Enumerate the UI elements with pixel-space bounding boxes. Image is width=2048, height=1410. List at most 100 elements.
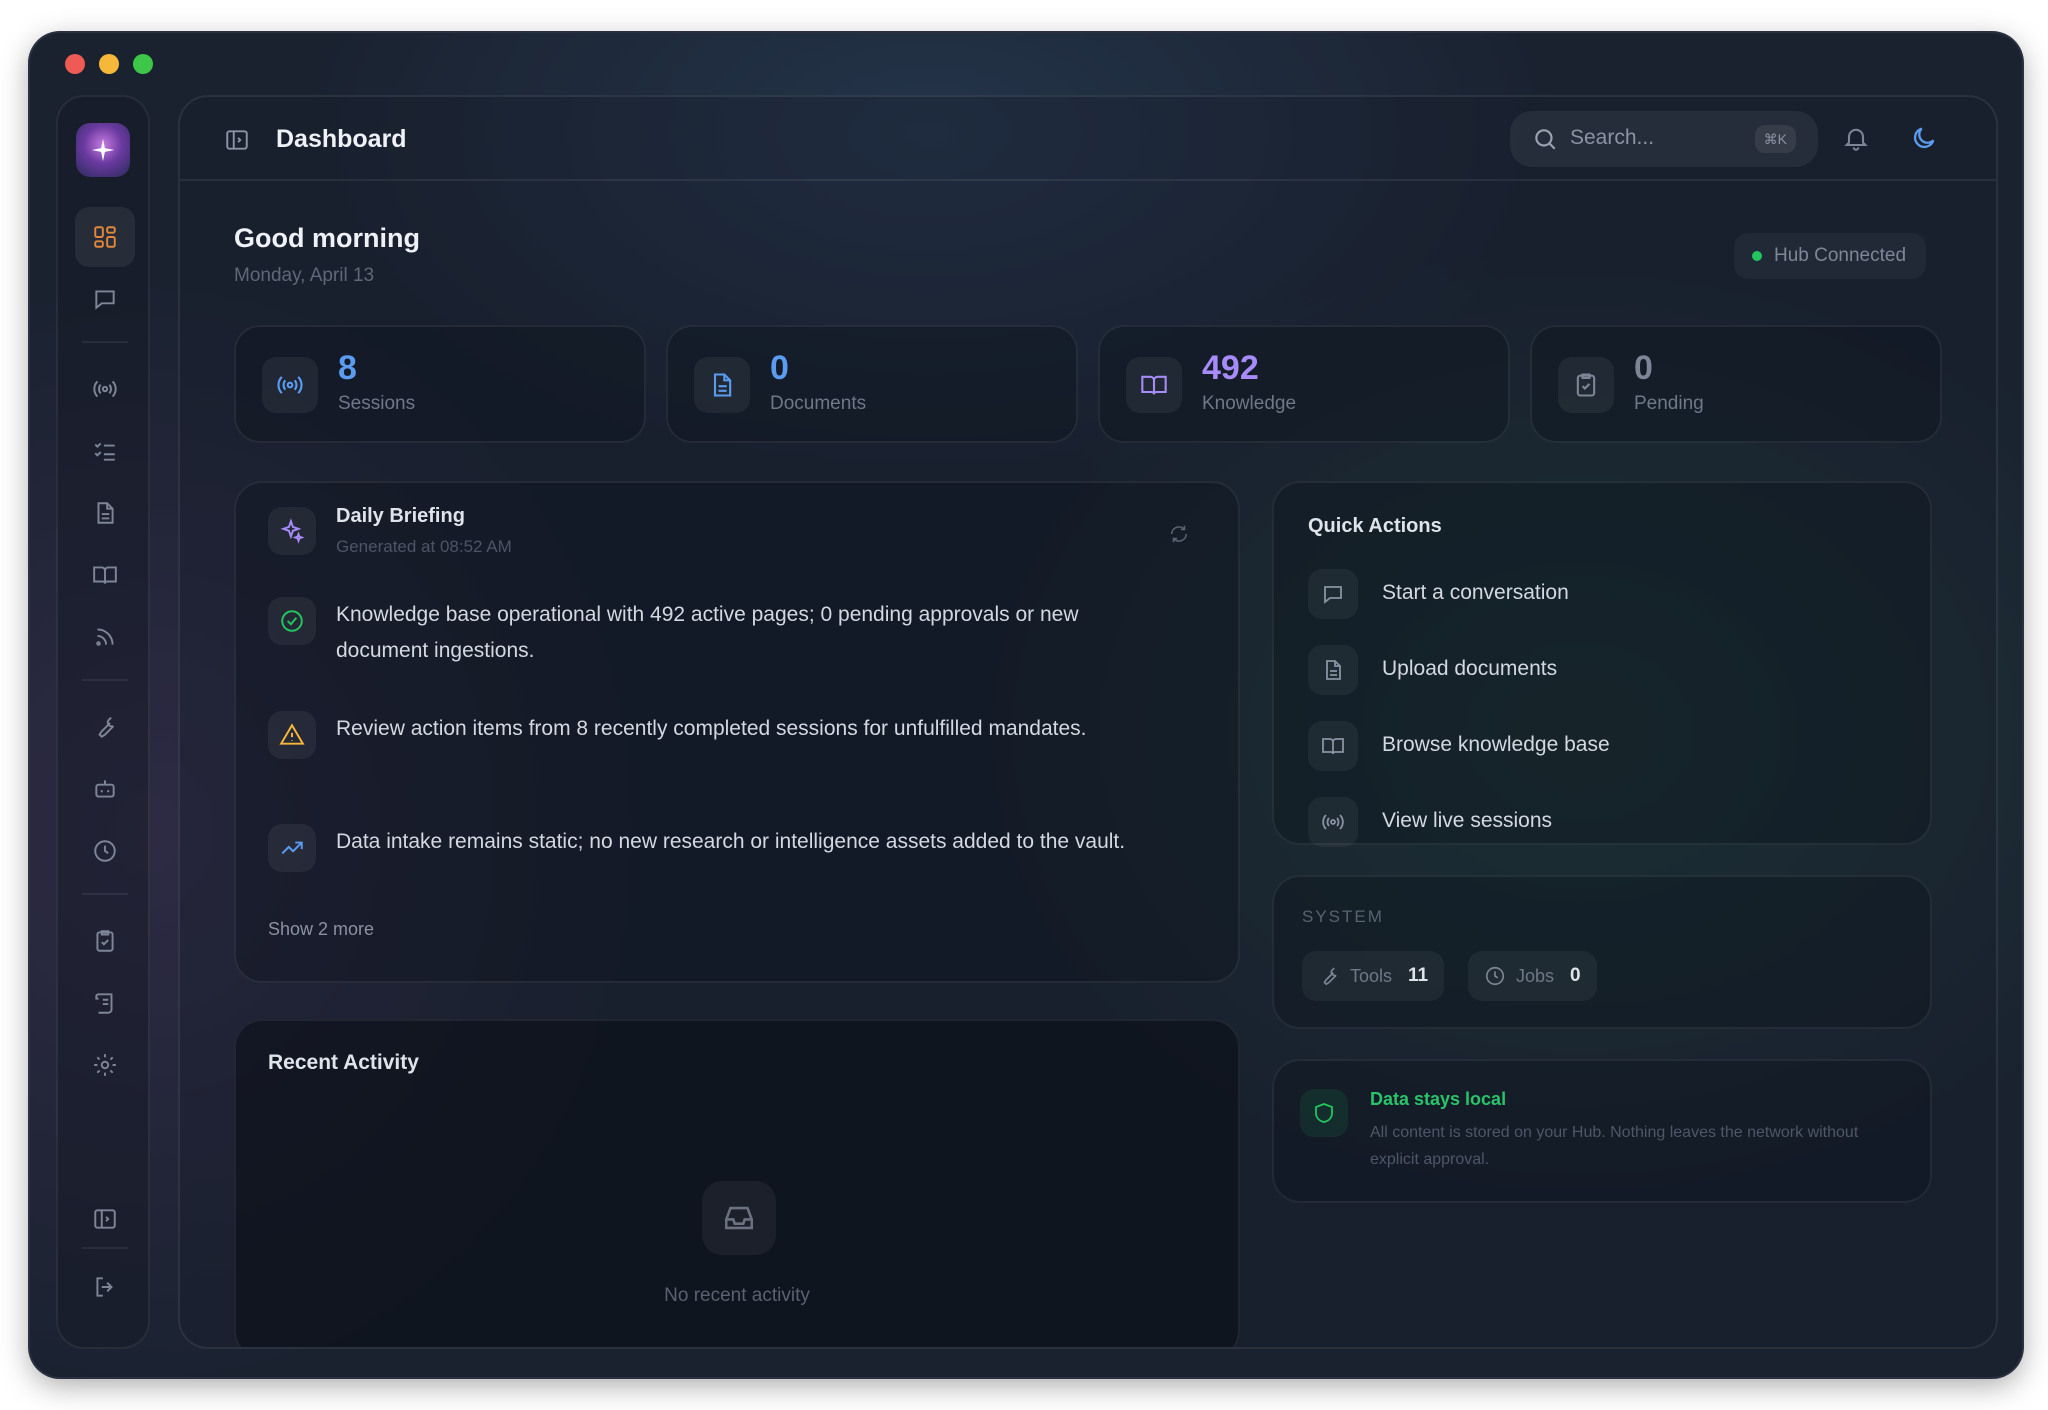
clock-icon <box>1485 966 1505 986</box>
book-icon <box>1308 721 1358 771</box>
sidebar-item-approvals[interactable] <box>75 911 135 971</box>
chat-icon <box>95 290 115 310</box>
tools-chip[interactable]: Tools 11 <box>1302 951 1445 1001</box>
zoom-window-button[interactable] <box>133 54 153 74</box>
search-placeholder: Search... <box>1570 126 1655 149</box>
refresh-icon <box>1170 525 1188 543</box>
stat-label: Sessions <box>338 393 416 414</box>
panel-toggle-icon <box>226 130 248 150</box>
trend-up-icon <box>268 824 316 872</box>
privacy-title: Data stays local <box>1370 1089 1507 1109</box>
privacy-card: Data stays local All content is stored o… <box>1272 1059 1932 1203</box>
clipboard-check-icon <box>96 930 114 952</box>
inbox-icon <box>702 1181 776 1255</box>
stat-value: 492 <box>1202 349 1259 387</box>
hub-status-label: Hub Connected <box>1774 245 1907 266</box>
clipboard-check-icon <box>1558 357 1614 413</box>
page-title: Dashboard <box>276 125 407 153</box>
sidebar-collapse-button[interactable] <box>75 1189 135 1249</box>
tools-label: Tools <box>1350 965 1393 986</box>
sidebar-item-chat[interactable] <box>75 269 135 329</box>
notifications-button[interactable] <box>1842 124 1870 152</box>
warning-icon <box>268 711 316 759</box>
window-controls <box>65 54 153 74</box>
broadcast-icon <box>262 357 318 413</box>
quick-action-label: View live sessions <box>1382 809 1553 832</box>
bell-icon <box>1844 128 1868 151</box>
sidebar <box>56 95 150 1349</box>
moon-icon <box>1913 127 1935 149</box>
sidebar-item-dashboard[interactable] <box>75 207 135 267</box>
daily-briefing-card: Daily Briefing Generated at 08:52 AM Kno… <box>234 481 1240 983</box>
sparkles-icon <box>268 507 316 555</box>
quick-action-view-sessions[interactable]: View live sessions <box>1308 797 1888 847</box>
refresh-briefing-button[interactable] <box>1168 523 1190 545</box>
sidebar-item-agents[interactable] <box>75 759 135 819</box>
quick-action-start-conversation[interactable]: Start a conversation <box>1308 569 1888 619</box>
sidebar-item-tasks[interactable] <box>75 421 135 481</box>
quick-actions-card: Quick Actions Start a conversation Uploa… <box>1272 481 1932 847</box>
stat-label: Knowledge <box>1202 393 1297 414</box>
sidebar-toggle-button[interactable] <box>224 127 250 153</box>
panel-toggle-icon <box>94 1209 116 1229</box>
tools-count: 11 <box>1408 965 1429 986</box>
show-more-link[interactable]: Show 2 more <box>268 919 374 940</box>
stat-label: Documents <box>770 393 867 414</box>
stat-card-sessions[interactable]: 8 Sessions <box>234 325 646 443</box>
sidebar-logout-button[interactable] <box>75 1257 135 1317</box>
book-icon <box>1126 357 1182 413</box>
close-window-button[interactable] <box>65 54 85 74</box>
privacy-text: All content is stored on your Hub. Nothi… <box>1370 1124 1859 1168</box>
recent-activity-card: Recent Activity No recent activity <box>234 1019 1240 1347</box>
main-panel: Dashboard Search... ⌘K Good morning Mond… <box>178 95 1998 1349</box>
stat-card-pending[interactable]: 0 Pending <box>1530 325 1942 443</box>
sidebar-item-sessions[interactable] <box>75 359 135 419</box>
sidebar-item-knowledge[interactable] <box>75 545 135 605</box>
document-icon <box>694 357 750 413</box>
sidebar-item-settings[interactable] <box>75 1035 135 1095</box>
wrench-icon <box>1323 967 1337 986</box>
stat-label: Pending <box>1634 393 1704 414</box>
app-logo[interactable] <box>76 123 130 177</box>
chat-icon <box>1308 569 1358 619</box>
check-circle-icon <box>268 597 316 645</box>
sparkle-logo-icon <box>91 138 115 162</box>
jobs-label: Jobs <box>1516 965 1555 986</box>
gear-icon <box>94 1054 116 1076</box>
quick-action-label: Start a conversation <box>1382 581 1569 604</box>
minimize-window-button[interactable] <box>99 54 119 74</box>
stat-value: 0 <box>770 349 789 387</box>
wrench-icon <box>98 716 115 739</box>
system-card: SYSTEM Tools 11 Jobs 0 <box>1272 875 1932 1029</box>
sidebar-item-logs[interactable] <box>75 973 135 1033</box>
clock-icon <box>94 840 116 862</box>
hub-status-badge: Hub Connected <box>1734 233 1927 279</box>
sidebar-item-feeds[interactable] <box>75 607 135 667</box>
sidebar-item-history[interactable] <box>75 821 135 881</box>
stat-value: 8 <box>338 349 357 387</box>
stat-value: 0 <box>1634 349 1653 387</box>
quick-action-label: Browse knowledge base <box>1382 733 1610 756</box>
system-section-label: SYSTEM <box>1302 907 1384 926</box>
stat-card-documents[interactable]: 0 Documents <box>666 325 1078 443</box>
sidebar-divider <box>82 893 128 895</box>
sidebar-item-documents[interactable] <box>75 483 135 543</box>
theme-toggle-button[interactable] <box>1910 124 1938 152</box>
quick-action-label: Upload documents <box>1382 657 1558 680</box>
sidebar-item-tools[interactable] <box>75 697 135 757</box>
search-shortcut-badge: ⌘K <box>1754 125 1796 153</box>
quick-action-upload-documents[interactable]: Upload documents <box>1308 645 1888 695</box>
status-dot <box>1752 251 1762 261</box>
quick-action-browse-knowledge[interactable]: Browse knowledge base <box>1308 721 1888 771</box>
greeting-title: Good morning <box>234 223 420 253</box>
briefing-title: Daily Briefing <box>336 505 465 527</box>
rss-icon <box>96 628 114 646</box>
briefing-item-text: Knowledge base operational with 492 acti… <box>336 603 1079 662</box>
book-icon <box>93 566 117 584</box>
sidebar-divider <box>82 341 128 343</box>
search-input[interactable]: Search... ⌘K <box>1510 111 1818 167</box>
stat-card-knowledge[interactable]: 492 Knowledge <box>1098 325 1510 443</box>
broadcast-icon <box>93 380 117 398</box>
jobs-chip[interactable]: Jobs 0 <box>1468 951 1597 1001</box>
scroll-icon <box>95 993 113 1014</box>
